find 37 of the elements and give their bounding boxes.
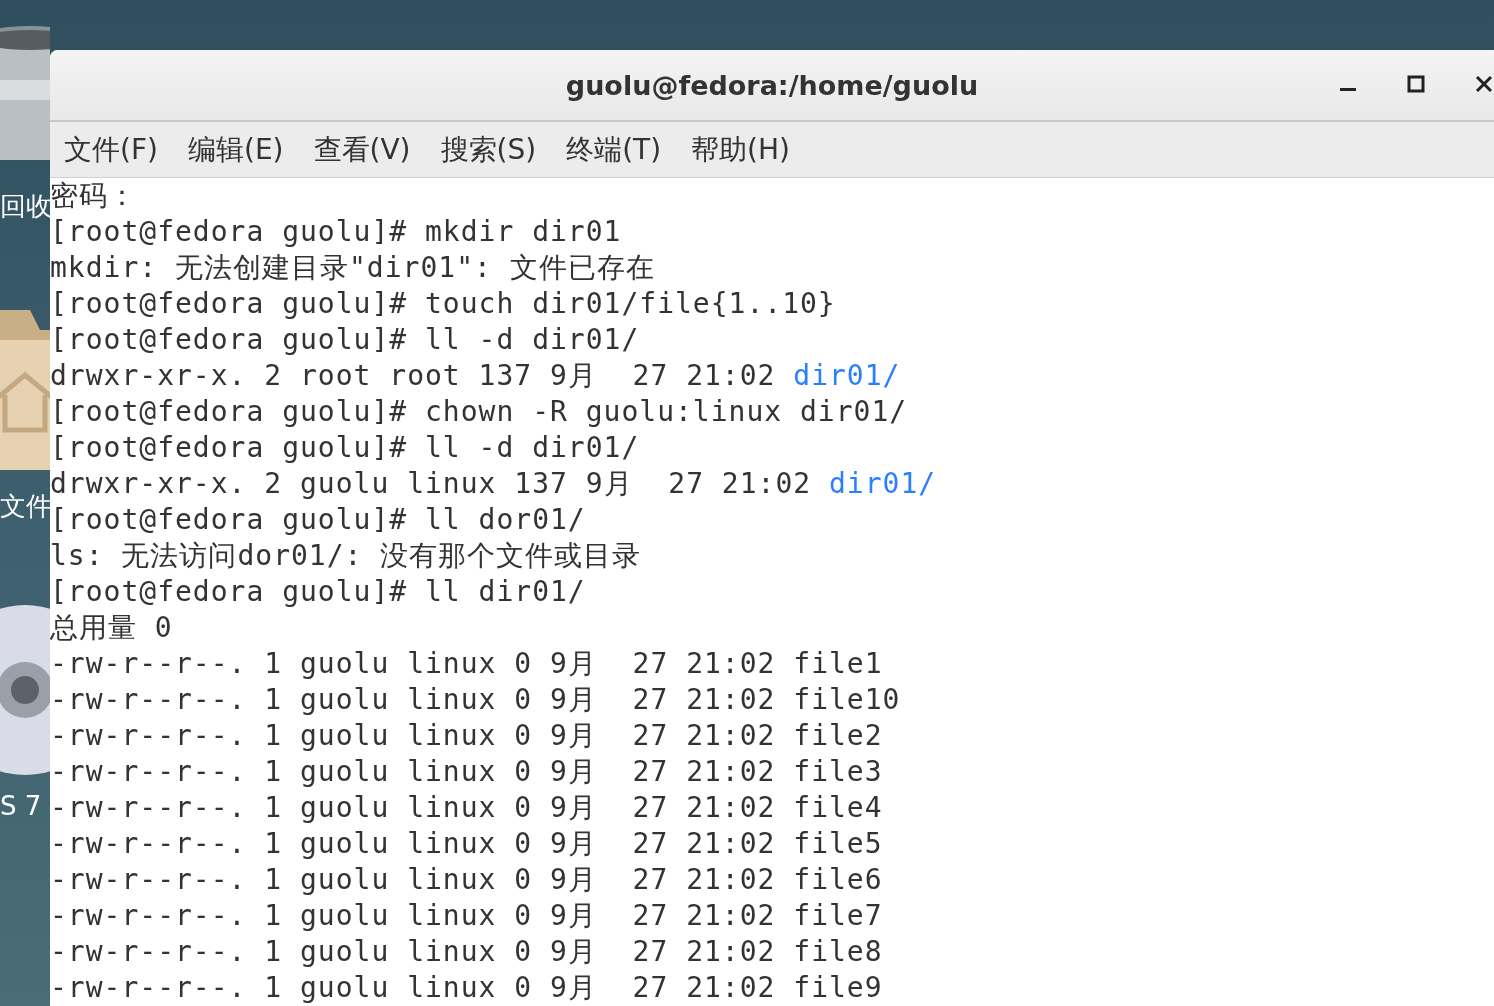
desktop-icon-label[interactable]: S 7 bbox=[0, 790, 42, 822]
menu-item[interactable]: 编辑(E) bbox=[187, 130, 284, 169]
terminal-line: drwxr-xr-x. 2 guolu linux 137 9月 27 21:02 bbox=[50, 466, 813, 502]
directory-name: dir01/ bbox=[829, 466, 937, 502]
terminal-line: [root@fedora guolu]# chown -R guolu:linux dir01/ bbox=[50, 394, 908, 430]
menu-item[interactable]: 文件(F) bbox=[64, 130, 158, 169]
terminal-line: -rw-r--r--. 1 guolu linux 0 9月 27 21:02 file1 bbox=[50, 646, 883, 682]
desktop-icon-label[interactable]: 回收 bbox=[0, 190, 52, 222]
terminal-line: [root@fedora guolu]# ll -d dir01/ bbox=[50, 322, 640, 358]
terminal-line: drwxr-xr-x. 2 root root 137 9月 27 21:02 bbox=[50, 358, 777, 394]
terminal-line: -rw-r--r--. 1 guolu linux 0 9月 27 21:02 file5 bbox=[50, 826, 883, 862]
terminal-line: -rw-r--r--. 1 guolu linux 0 9月 27 21:02 file3 bbox=[50, 754, 883, 790]
terminal-line: -rw-r--r--. 1 guolu linux 0 9月 27 21:02 file4 bbox=[50, 790, 883, 826]
close-icon[interactable] bbox=[1474, 74, 1494, 94]
terminal-line: -rw-r--r--. 1 guolu linux 0 9月 27 21:02 file2 bbox=[50, 718, 883, 754]
terminal-line: -rw-r--r--. 1 guolu linux 0 9月 27 21:02 file6 bbox=[50, 862, 883, 898]
terminal-line: -rw-r--r--. 1 guolu linux 0 9月 27 21:02 file9 bbox=[50, 970, 883, 1006]
terminal-line: -rw-r--r--. 1 guolu linux 0 9月 27 21:02 file8 bbox=[50, 934, 883, 970]
terminal-line: [root@fedora guolu]# touch dir01/file{1..10} bbox=[50, 286, 836, 322]
terminal-line: -rw-r--r--. 1 guolu linux 0 9月 27 21:02 file10 bbox=[50, 682, 901, 718]
terminal-line: [root@fedora guolu]# mkdir dir01 bbox=[50, 214, 622, 250]
terminal-line: [root@fedora guolu]# ll dir01/ bbox=[50, 574, 586, 610]
desktop-icon-label[interactable]: 文件 bbox=[0, 490, 52, 522]
terminal-line: 密码： bbox=[50, 178, 137, 214]
terminal-line: ls: 无法访问dor01/: 没有那个文件或目录 bbox=[50, 538, 642, 574]
terminal-line: [root@fedora guolu]# ll -d dir01/ bbox=[50, 430, 640, 466]
maximize-icon[interactable] bbox=[1406, 74, 1426, 94]
menu-item[interactable]: 查看(V) bbox=[313, 130, 411, 169]
terminal-line: -rw-r--r--. 1 guolu linux 0 9月 27 21:02 file7 bbox=[50, 898, 883, 934]
terminal-line: [root@fedora guolu]# ll dor01/ bbox=[50, 502, 586, 538]
terminal-line: mkdir: 无法创建目录"dir01": 文件已存在 bbox=[50, 250, 655, 286]
terminal-line: 总用量 0 bbox=[50, 610, 173, 646]
window-title: guolu@fedora:/home/guolu bbox=[565, 69, 979, 101]
menu-item[interactable]: 帮助(H) bbox=[691, 130, 790, 169]
menu-item[interactable]: 搜索(S) bbox=[440, 130, 537, 169]
menu-item[interactable]: 终端(T) bbox=[566, 130, 662, 169]
directory-name: dir01/ bbox=[793, 358, 901, 394]
